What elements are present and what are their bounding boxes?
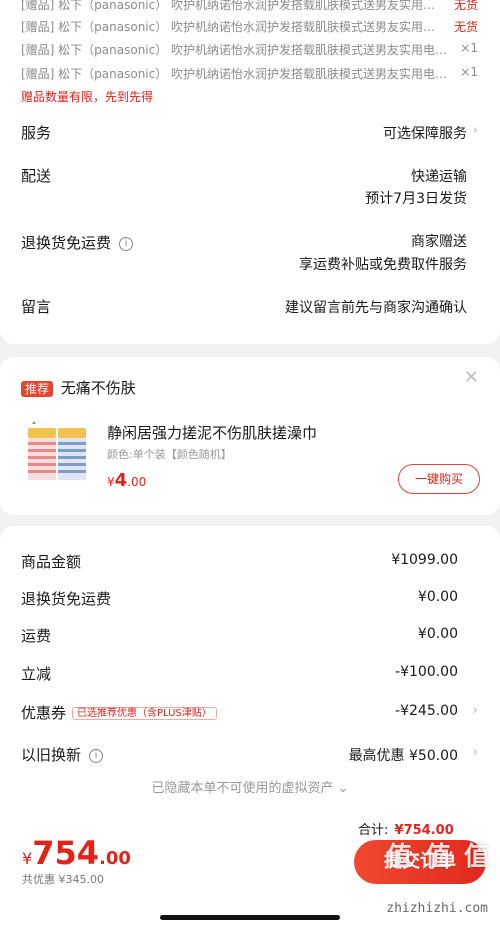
return-fee-summary-label: 退换货免运费 (21, 590, 112, 608)
product-spec: 颜色:单个装【颜色随机】 (107, 448, 232, 461)
shipping-value: ¥0.00 (417, 626, 458, 642)
pay-dec: .00 (98, 848, 131, 869)
service-value[interactable]: 可选保障服务 (383, 123, 467, 143)
service-label: 服务 (21, 124, 52, 142)
shipping-label: 运费 (21, 627, 52, 645)
coupon-tag: 已选推荐优惠（含PLUS津贴） (72, 707, 217, 720)
delivery-label: 配送 (21, 167, 52, 185)
recommend-tag: 推荐 (21, 381, 54, 397)
gift-item: [赠品] 松下（panasonic） 吹护机纳诺怡水润护发搭载肌肤模式送男友实用… (21, 20, 436, 34)
info-icon[interactable]: i (89, 749, 104, 763)
coupon-value[interactable]: -¥245.00 (395, 703, 458, 719)
trade-in-label: 以旧换新 (21, 746, 82, 764)
total-label: 合计: (358, 823, 389, 838)
saved-amount: 共优惠 ¥345.00 (22, 873, 104, 886)
return-fee-line1: 商家赠送 (411, 234, 467, 250)
hidden-assets-note: 已隐藏本单不可使用的虚拟资产 (151, 781, 334, 796)
price-dec: .00 (127, 475, 147, 489)
pay-amount: ¥754.00 (22, 834, 131, 872)
product-thumbnail[interactable] (24, 418, 90, 484)
close-icon[interactable]: × (464, 366, 479, 387)
discount-value: -¥100.00 (395, 664, 458, 680)
recommend-title: 无痛不伤肤 (60, 379, 136, 397)
return-fee-summary-value: ¥0.00 (417, 589, 458, 605)
gift-notice: 赠品数量有限，先到先得 (21, 90, 154, 104)
return-fee-label-text: 退换货免运费 (21, 234, 112, 252)
buy-now-button[interactable]: 一键购买 (398, 464, 480, 494)
goods-amount-value: ¥1099.00 (391, 552, 458, 568)
chevron-down-icon: ⌄ (337, 781, 349, 796)
discount-label: 立减 (21, 665, 52, 683)
price-int: 4 (114, 470, 128, 491)
gift-qty: ×1 (460, 41, 478, 55)
recommend-header: 推荐 无痛不伤肤 (21, 377, 136, 398)
hidden-assets-toggle[interactable]: 已隐藏本单不可使用的虚拟资产 ⌄ (0, 777, 500, 796)
pay-symbol: ¥ (22, 849, 33, 868)
chevron-right-icon[interactable]: › (473, 123, 478, 138)
coupon-label: 优惠券 (21, 704, 67, 722)
return-fee-line2: 享运费补贴或免费取件服务 (299, 257, 467, 273)
product-price: ¥4.00 (107, 470, 146, 491)
gift-item: [赠品] 松下（panasonic） 吹护机纳诺怡水润护发搭载肌肤模式送男友实用… (21, 67, 446, 81)
gift-qty: ×1 (460, 65, 478, 79)
message-label: 留言 (21, 298, 52, 316)
price-symbol: ¥ (107, 475, 115, 489)
gift-qty: 无货 (453, 20, 478, 34)
trade-in-value[interactable]: 最高优惠 ¥50.00 (349, 745, 458, 765)
return-fee-label: 退换货免运费 i (21, 232, 134, 253)
message-input[interactable]: 建议留言前先与商家沟通确认 (285, 297, 467, 317)
gift-qty: 无货 (453, 0, 478, 12)
watermark-logo: 值 值 值 (385, 842, 492, 872)
coupon-row[interactable]: 优惠券 已选推荐优惠（含PLUS津贴） (21, 702, 217, 723)
chevron-right-icon[interactable]: › (473, 703, 478, 718)
gift-item: [赠品] 松下（panasonic） 吹护机纳诺怡水润护发搭载肌肤模式送男友实用… (21, 0, 436, 12)
gift-item: [赠品] 松下（panasonic） 吹护机纳诺怡水润护发搭载肌肤模式送男友实用… (21, 43, 446, 57)
trade-in-label-row: 以旧换新 i (21, 744, 104, 765)
home-indicator[interactable] (160, 915, 340, 920)
pay-int: 754 (32, 834, 99, 872)
goods-amount-label: 商品金额 (21, 553, 82, 571)
delivery-eta: 预计7月3日发货 (365, 191, 467, 207)
chevron-right-icon[interactable]: › (473, 745, 478, 760)
delivery-method[interactable]: 快递运输 (411, 166, 467, 186)
product-name[interactable]: 静闲居强力搓泥不伤肌肤搓澡巾 (107, 422, 317, 443)
info-icon[interactable]: i (119, 237, 134, 251)
watermark-url: zhizhizhi.com (386, 901, 488, 916)
